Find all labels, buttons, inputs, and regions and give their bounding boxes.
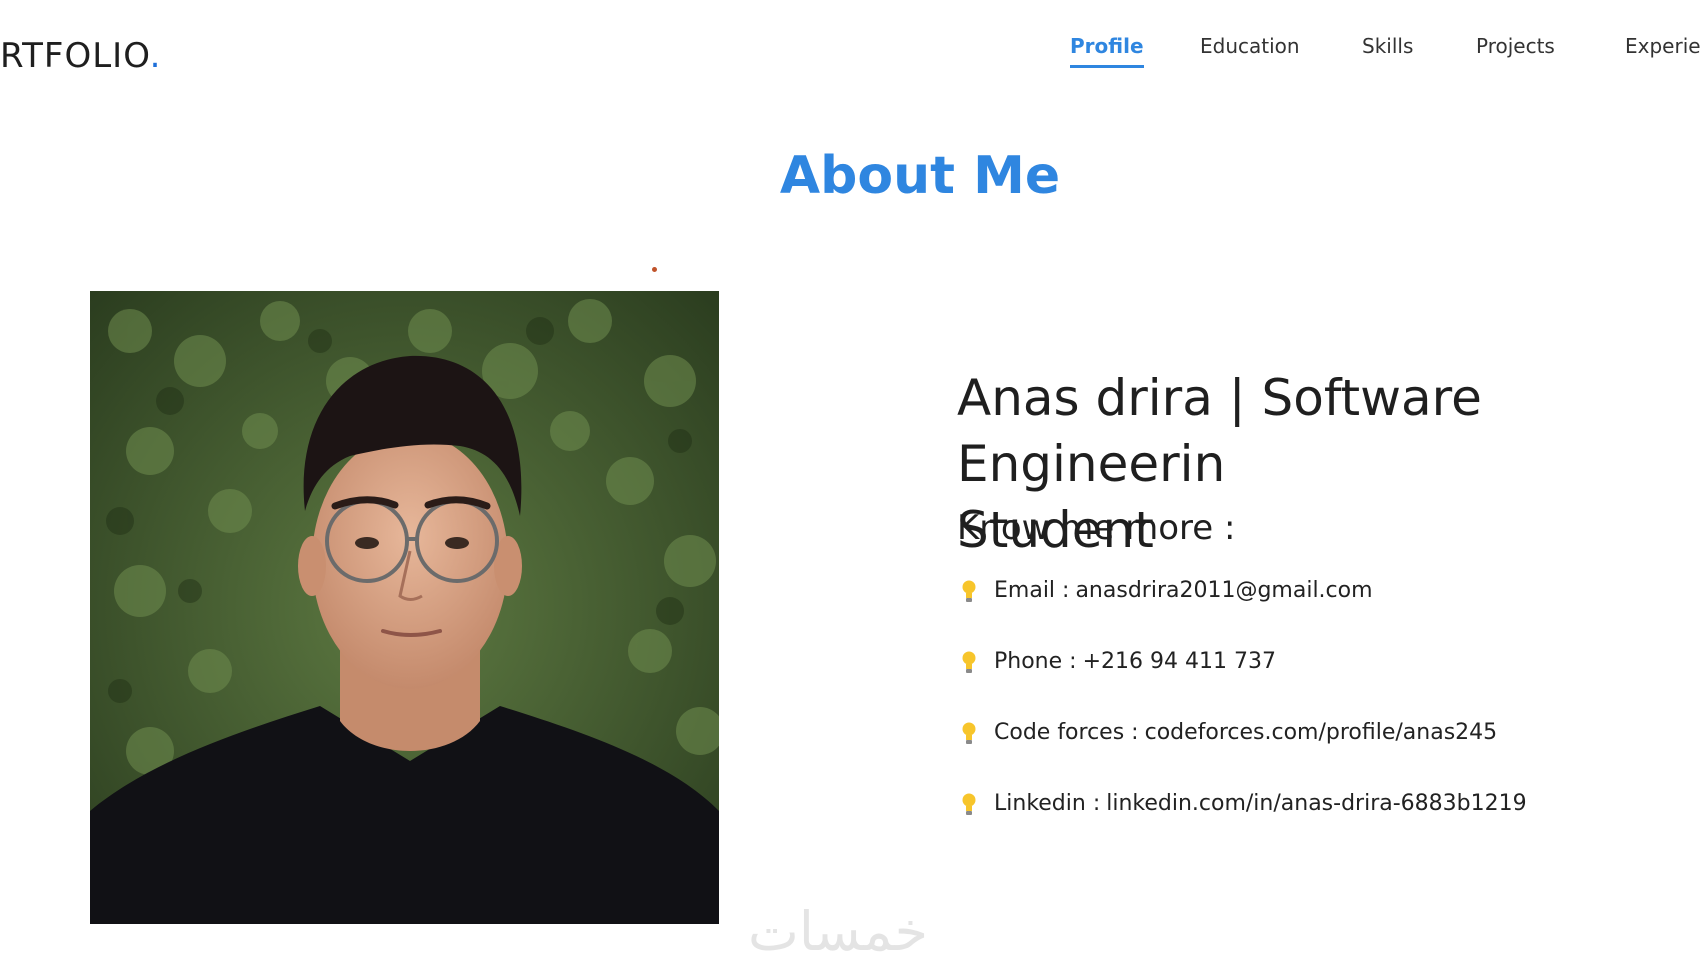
email-link[interactable]: anasdrira2011@gmail.com xyxy=(1075,578,1372,603)
list-item-phone: Phone : +216 94 411 737 xyxy=(962,649,1527,720)
lightbulb-icon xyxy=(962,793,976,815)
site-logo[interactable]: RTFOLIO. xyxy=(0,36,161,76)
email-label: Email : xyxy=(994,578,1070,603)
list-item-email: Email : anasdrira2011@gmail.com xyxy=(962,578,1527,649)
list-item-codeforces: Code forces : codeforces.com/profile/ana… xyxy=(962,720,1527,791)
phone-label: Phone : xyxy=(994,649,1077,674)
section-title: About Me xyxy=(779,146,1061,206)
nav-item-projects[interactable]: Projects xyxy=(1476,34,1555,64)
nav-item-education[interactable]: Education xyxy=(1200,34,1300,64)
main-nav: Profile Education Skills Projects Experi… xyxy=(1070,34,1700,74)
lightbulb-icon xyxy=(962,580,976,602)
nav-item-profile[interactable]: Profile xyxy=(1070,34,1144,68)
accent-dot xyxy=(652,267,657,272)
contact-info-list: Email : anasdrira2011@gmail.com Phone : … xyxy=(962,578,1527,862)
profile-photo-illustration xyxy=(90,291,719,924)
codeforces-label: Code forces : xyxy=(994,720,1139,745)
list-item-linkedin: Linkedin : linkedin.com/in/anas-drira-68… xyxy=(962,791,1527,862)
phone-value: +216 94 411 737 xyxy=(1082,649,1276,674)
codeforces-link[interactable]: codeforces.com/profile/anas245 xyxy=(1145,720,1498,745)
portfolio-page: RTFOLIO. Profile Education Skills Projec… xyxy=(0,0,1700,970)
logo-dot: . xyxy=(149,36,162,76)
nav-item-skills[interactable]: Skills xyxy=(1362,34,1413,64)
linkedin-label: Linkedin : xyxy=(994,791,1101,816)
watermark: خمسات xyxy=(748,900,929,963)
logo-text: RTFOLIO xyxy=(0,36,150,76)
linkedin-link[interactable]: linkedin.com/in/anas-drira-6883b1219 xyxy=(1106,791,1526,816)
profile-photo xyxy=(90,291,719,924)
headline-line-1: Anas drira | Software Engineerin xyxy=(957,369,1482,493)
lightbulb-icon xyxy=(962,651,976,673)
nav-item-experience[interactable]: Experien xyxy=(1625,34,1700,64)
know-me-more-heading: Know me more : xyxy=(957,508,1236,548)
lightbulb-icon xyxy=(962,722,976,744)
